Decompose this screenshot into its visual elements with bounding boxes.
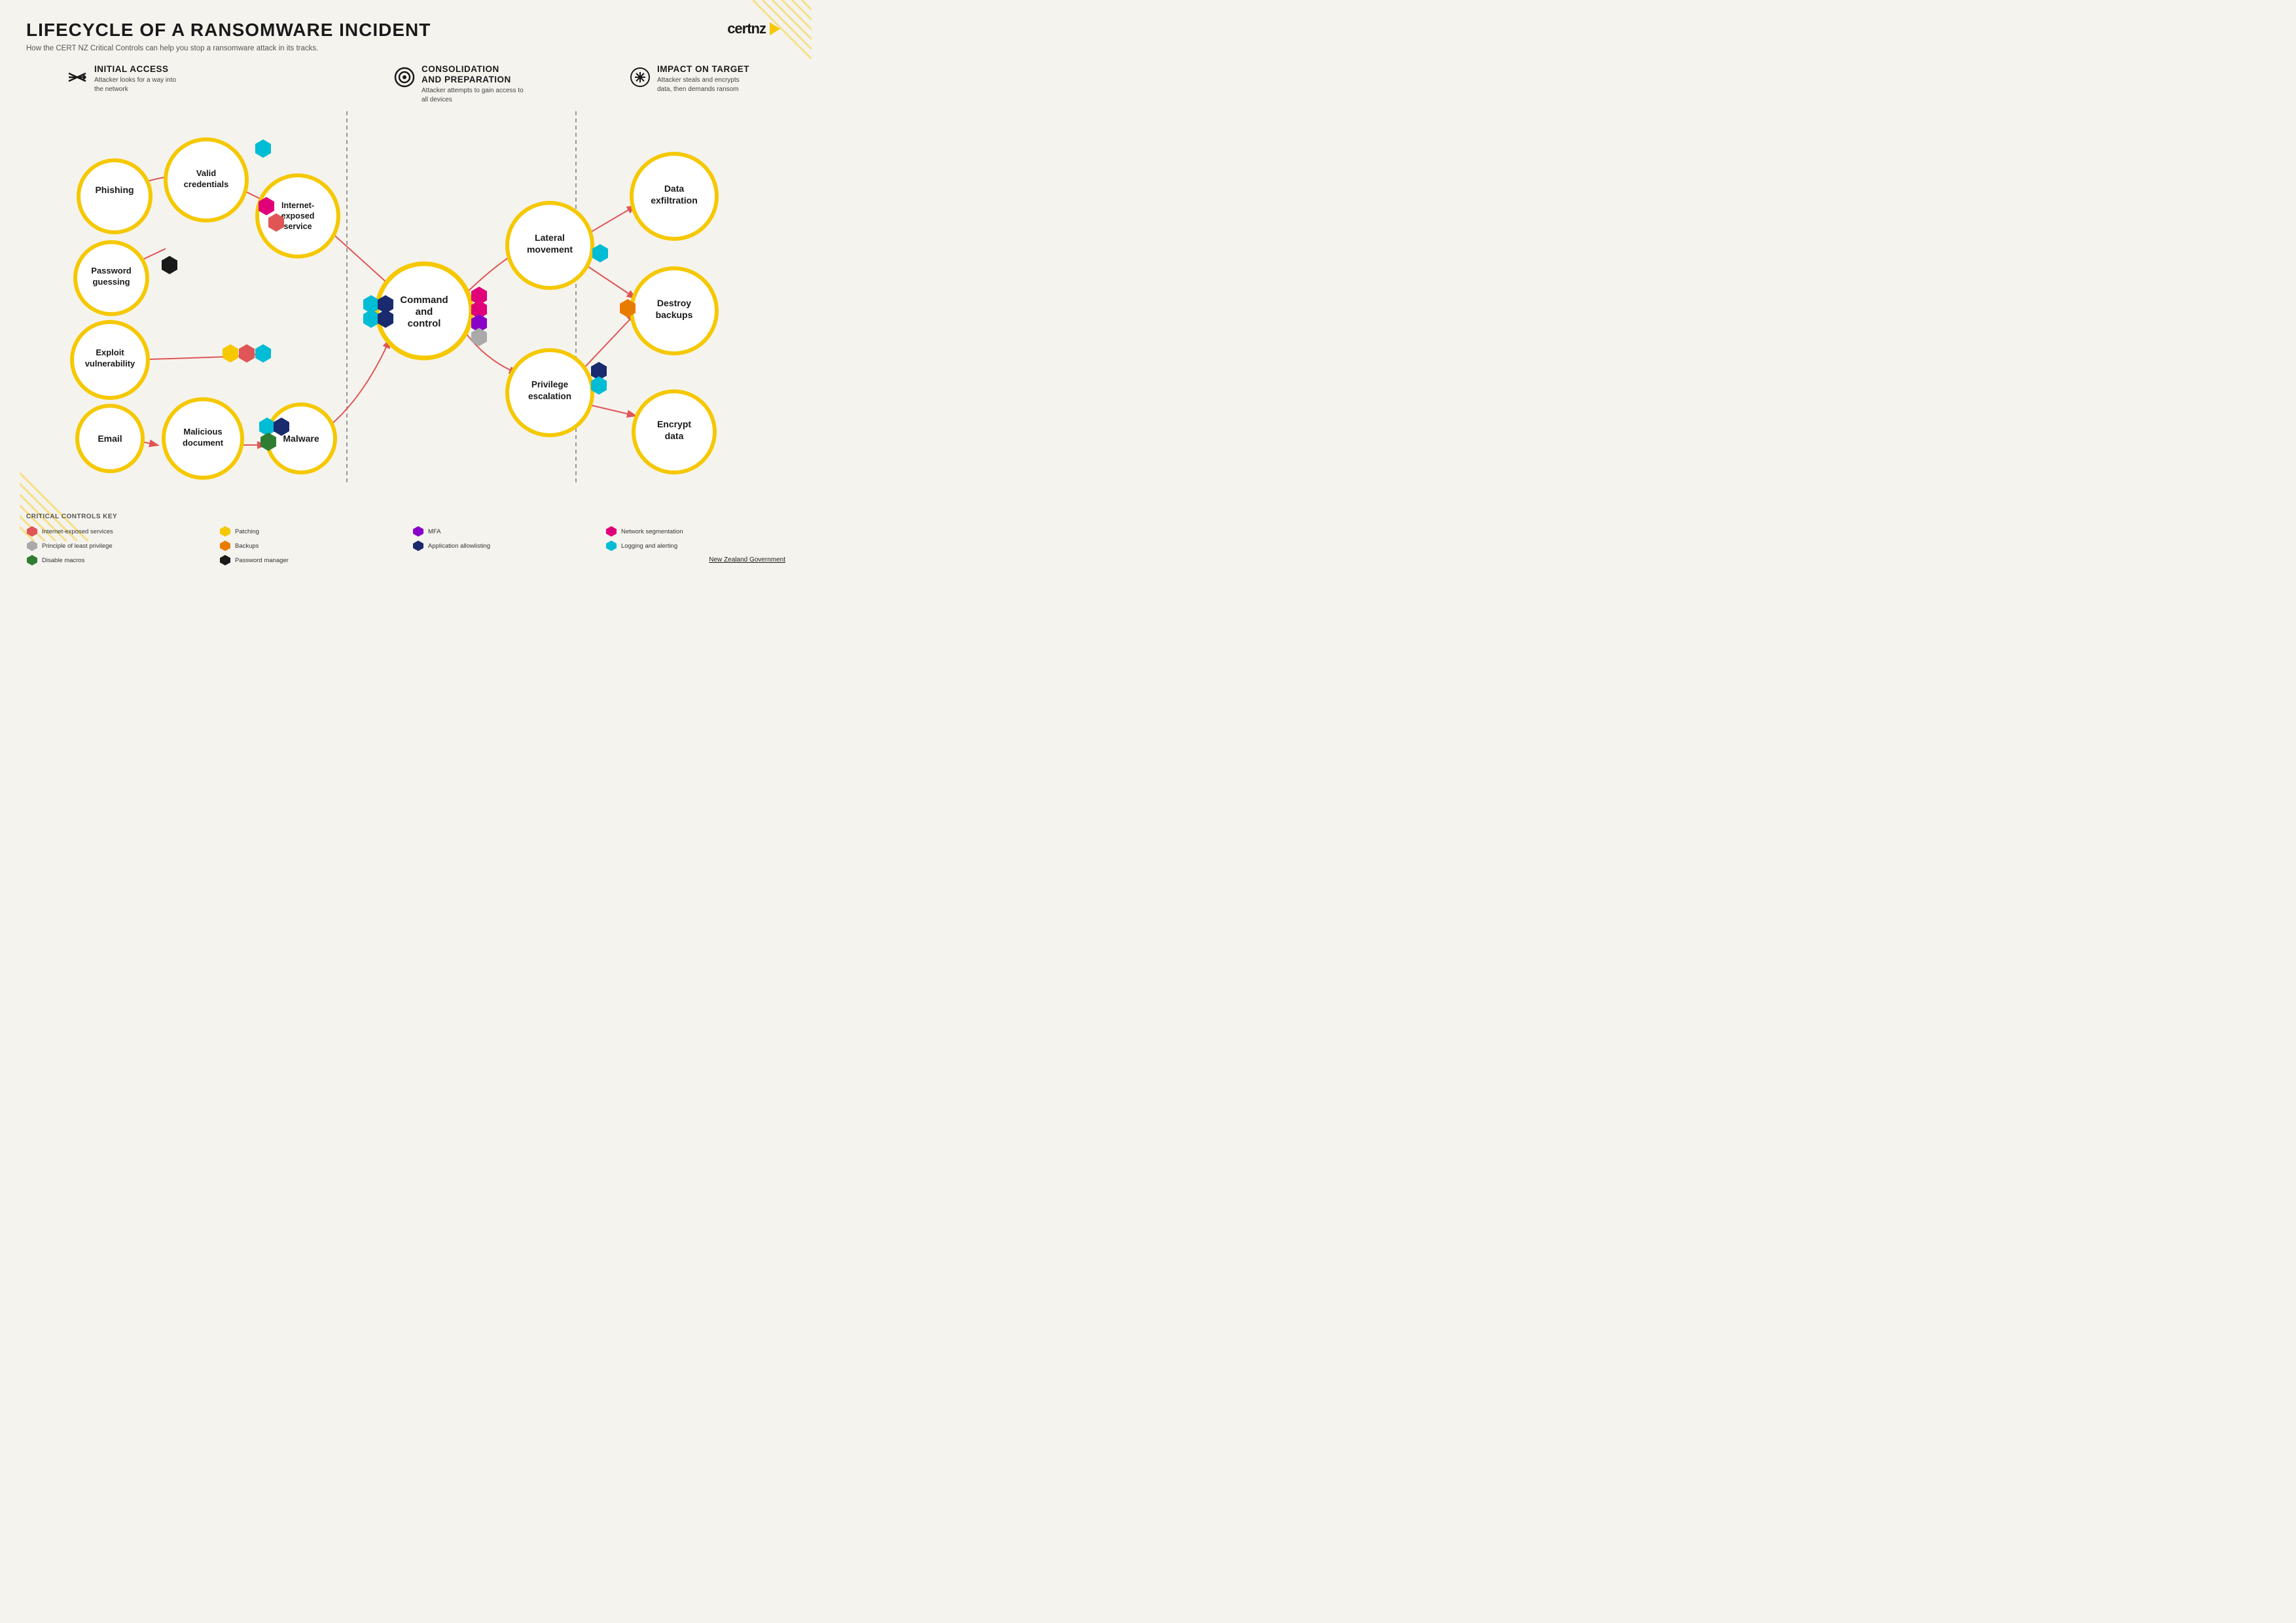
consolidation-icon [393, 65, 416, 89]
phase-initial-access: INITIAL ACCESS Attacker looks for a way … [65, 64, 386, 111]
nz-gov-logo: New Zealand Government [709, 556, 785, 563]
legend-item-backups: Backups [219, 540, 399, 552]
legend-label-pwmgr: Password manager [235, 557, 289, 564]
legend-item-mfa: MFA [412, 526, 592, 537]
arrow-cc-priv [461, 327, 517, 373]
legend-item-netseg: Network segmentation [605, 526, 785, 537]
arrow-lateral-destroy [586, 265, 635, 298]
legend-label-appallow: Application allowlisting [428, 543, 490, 550]
legend-item-leastpriv: Principle of least privilege [26, 540, 206, 552]
legend-item-appallow: Application allowlisting [412, 540, 592, 552]
logo-chevron-icon [767, 20, 785, 38]
hex-leastpriv-cc-right [471, 328, 487, 346]
legend-label-patching: Patching [235, 528, 259, 535]
initial-access-icon [65, 65, 89, 89]
svg-text:Malicious: Malicious [183, 427, 222, 437]
legend-label-internetexp: Internet-exposed services [42, 528, 113, 535]
svg-text:Data: Data [664, 183, 685, 194]
svg-text:guessing: guessing [92, 277, 130, 287]
svg-text:movement: movement [527, 244, 573, 255]
diagram-container: Phishing Valid credentials Password gues… [26, 111, 785, 484]
page: LIFECYCLE OF A RANSOMWARE INCIDENT certn… [0, 0, 812, 574]
legend-item-macros: Disable macros [26, 554, 206, 566]
svg-text:exposed: exposed [281, 211, 315, 221]
svg-text:Internet-: Internet- [281, 201, 314, 210]
svg-text:Encrypt: Encrypt [657, 419, 691, 429]
phase-3-title: IMPACT ON TARGET [657, 64, 749, 75]
svg-text:Email: Email [98, 433, 122, 444]
cert-nz-logo: certnz [727, 20, 785, 38]
phase-2-desc: Attacker attempts to gain access toall d… [422, 86, 524, 105]
node-phishing [79, 160, 151, 232]
hex-patching-exploit [223, 344, 238, 363]
svg-text:control: control [408, 318, 441, 329]
legend-grid: Internet-exposed services Patching MFA N… [26, 526, 785, 566]
logo-text: certnz [727, 20, 766, 37]
page-title: LIFECYCLE OF A RANSOMWARE INCIDENT [26, 20, 431, 41]
svg-text:Exploit: Exploit [96, 348, 124, 357]
svg-text:service: service [283, 222, 312, 231]
hex-logging-lateral [592, 244, 608, 262]
phase-consolidation: CONSOLIDATIONAND PREPARATION Attacker at… [393, 64, 622, 111]
svg-text:Malware: Malware [283, 433, 319, 444]
svg-text:Command: Command [400, 294, 448, 306]
hex-internetexp-exploit [239, 344, 255, 363]
legend-label-logging: Logging and alerting [621, 543, 677, 550]
svg-text:Destroy: Destroy [657, 298, 691, 308]
diagram-svg: Phishing Valid credentials Password gues… [26, 111, 785, 484]
legend-item-logging: Logging and alerting [605, 540, 785, 552]
legend-label-backups: Backups [235, 543, 259, 550]
legend-label-netseg: Network segmentation [621, 528, 683, 535]
svg-text:exfiltration: exfiltration [651, 195, 698, 205]
svg-text:backups: backups [656, 310, 693, 320]
phase-3-desc: Attacker steals and encryptsdata, then d… [657, 76, 749, 94]
svg-text:escalation: escalation [528, 391, 571, 401]
title-area: LIFECYCLE OF A RANSOMWARE INCIDENT [26, 20, 431, 41]
svg-text:Lateral: Lateral [535, 232, 565, 243]
header: LIFECYCLE OF A RANSOMWARE INCIDENT certn… [26, 20, 785, 41]
svg-text:vulnerability: vulnerability [85, 359, 135, 368]
arrow-priv-destroy [579, 314, 635, 373]
svg-text:credentials: credentials [184, 179, 229, 189]
legend-label-leastpriv: Principle of least privilege [42, 543, 113, 550]
impact-icon [628, 65, 652, 89]
svg-text:Password: Password [91, 266, 131, 276]
phase-1-desc: Attacker looks for a way intothe network [94, 76, 176, 94]
node-phishing-label: Phishing [95, 185, 134, 195]
phase-impact: IMPACT ON TARGET Attacker steals and enc… [628, 64, 772, 111]
svg-text:Privilege: Privilege [531, 380, 569, 389]
nz-gov-text: New Zealand Government [709, 556, 785, 563]
legend-item-internetexp: Internet-exposed services [26, 526, 206, 537]
phase-1-title: INITIAL ACCESS [94, 64, 176, 75]
svg-text:data: data [665, 431, 684, 441]
legend-title: CRITICAL CONTROLS KEY [26, 513, 785, 520]
svg-text:and: and [416, 306, 433, 317]
svg-text:Valid: Valid [196, 168, 216, 178]
legend-item-pwmgr: Password manager [219, 554, 399, 566]
svg-text:document: document [183, 438, 224, 448]
legend-label-macros: Disable macros [42, 557, 84, 564]
hex-logging-validcreds [255, 139, 271, 158]
hex-pwmgr-pwguessing [162, 256, 177, 274]
legend: CRITICAL CONTROLS KEY Internet-exposed s… [26, 513, 785, 566]
page-subtitle: How the CERT NZ Critical Controls can he… [26, 45, 785, 52]
phase-2-title: CONSOLIDATIONAND PREPARATION [422, 64, 524, 85]
legend-label-mfa: MFA [428, 528, 441, 535]
hex-logging-exploit [255, 344, 271, 363]
legend-item-patching: Patching [219, 526, 399, 537]
